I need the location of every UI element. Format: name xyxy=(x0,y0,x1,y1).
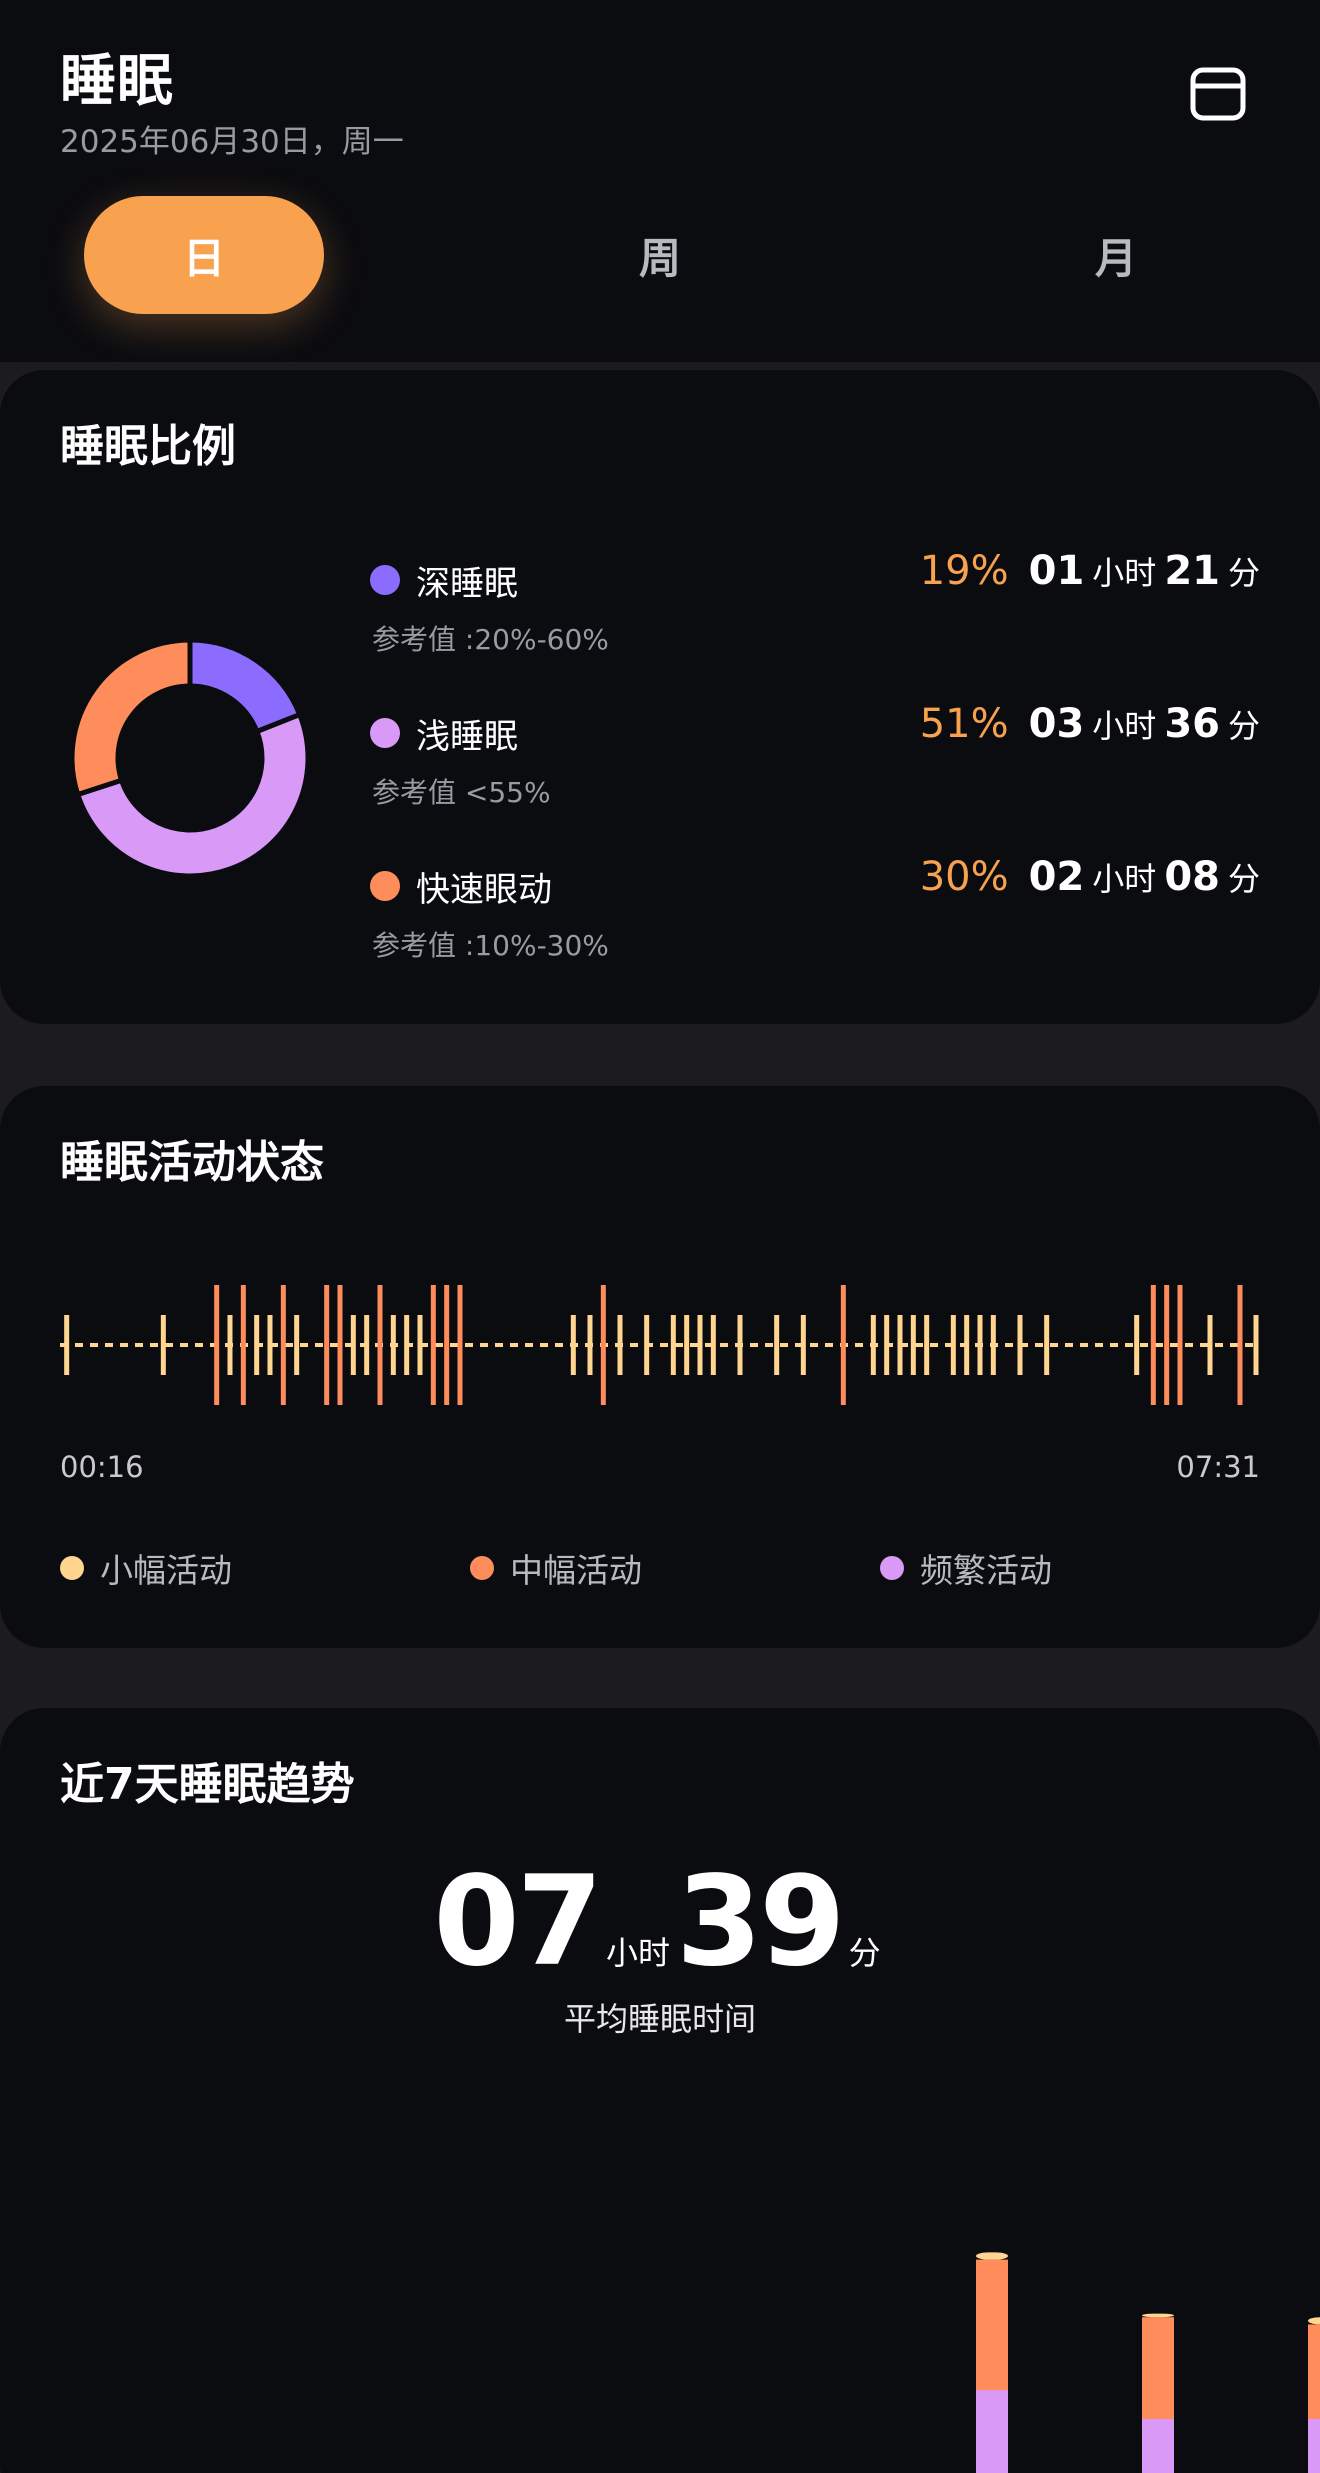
trend-bar-segment xyxy=(1142,2313,1174,2318)
hour-unit: 小时 xyxy=(1092,707,1157,745)
ratio-minutes: 36 xyxy=(1164,701,1220,747)
legend-label: 中幅活动 xyxy=(510,1551,642,1590)
ratio-row-light: 浅睡眠 参考值 <55% 51% 03 小时 36 分 xyxy=(370,701,1260,841)
ratio-hours: 02 xyxy=(1028,854,1085,900)
rem-sleep-dot xyxy=(370,871,400,901)
minute-unit: 分 xyxy=(1227,554,1260,592)
legend-dot xyxy=(470,1556,494,1580)
date-subtitle: 2025年06月30日，周一 xyxy=(60,124,404,160)
header: 睡眠 2025年06月30日，周一 日 周 月 xyxy=(0,0,1320,362)
trend-bar-segment xyxy=(1142,2418,1174,2473)
ratio-ref: 参考值 :10%-30% xyxy=(372,929,609,962)
ratio-percent: 19% xyxy=(919,548,1009,594)
deep-sleep-dot xyxy=(370,565,400,595)
sleep-activity-title: 睡眠活动状态 xyxy=(60,1137,324,1188)
ratio-percent: 30% xyxy=(919,854,1009,900)
avg-hours: 07 xyxy=(433,1850,603,1994)
legend-dot xyxy=(60,1556,84,1580)
avg-minutes: 39 xyxy=(676,1850,846,1994)
ratio-percent: 51% xyxy=(919,701,1009,747)
activity-timeline xyxy=(60,1285,1260,1405)
ratio-ref: 参考值 <55% xyxy=(372,776,551,809)
trend-bar-segment xyxy=(1308,2317,1320,2325)
ratio-value: 51% 03 小时 36 分 xyxy=(920,701,1260,747)
hour-unit: 小时 xyxy=(1092,860,1157,898)
trend-bar-segment xyxy=(1142,2317,1174,2419)
avg-sleep-label: 平均睡眠时间 xyxy=(563,2000,756,2038)
ratio-name: 快速眼动 xyxy=(416,870,552,910)
avg-minute-unit: 分 xyxy=(848,1934,881,1972)
legend-medium-activity: 中幅活动 xyxy=(470,1544,642,1592)
legend-dot xyxy=(880,1556,904,1580)
start-time: 00:16 xyxy=(60,1450,144,1484)
legend-label: 小幅活动 xyxy=(100,1551,232,1590)
ratio-name: 浅睡眠 xyxy=(416,717,518,757)
tab-week[interactable]: 周 xyxy=(540,196,780,314)
trend-bar-segment xyxy=(1308,2324,1320,2419)
avg-hour-unit: 小时 xyxy=(605,1934,670,1972)
trend-bar-segment xyxy=(976,2389,1008,2473)
trend-bar-segment xyxy=(1308,2418,1320,2473)
ratio-value: 30% 02 小时 08 分 xyxy=(920,854,1260,900)
period-tabs: 日 周 月 xyxy=(0,196,1320,316)
ratio-row-deep: 深睡眠 参考值 :20%-60% 19% 01 小时 21 分 xyxy=(370,548,1260,688)
calendar-icon[interactable] xyxy=(1190,66,1246,122)
average-sleep-value: 07 小时 39 分 xyxy=(0,1850,1320,1994)
legend-label: 频繁活动 xyxy=(920,1551,1052,1590)
sleep-ratio-title: 睡眠比例 xyxy=(60,421,236,472)
donut-slice xyxy=(187,638,303,735)
ratio-value: 19% 01 小时 21 分 xyxy=(920,548,1260,594)
legend-small-activity: 小幅活动 xyxy=(60,1544,232,1592)
ratio-name: 深睡眠 xyxy=(416,564,518,604)
donut-slice xyxy=(70,638,193,798)
ratio-row-rem: 快速眼动 参考值 :10%-30% 30% 02 小时 08 分 xyxy=(370,854,1260,994)
sleep-trend-chart xyxy=(976,2252,1320,2473)
trend-bar-segment xyxy=(976,2259,1008,2391)
hour-unit: 小时 xyxy=(1092,554,1157,592)
sleep-page: 睡眠 2025年06月30日，周一 日 周 月 睡眠比例 深睡眠 参考值 :20… xyxy=(0,0,1320,2473)
legend-frequent-activity: 频繁活动 xyxy=(880,1544,1052,1592)
sleep-trend-title: 近7天睡眠趋势 xyxy=(60,1759,355,1810)
minute-unit: 分 xyxy=(1227,860,1260,898)
light-sleep-dot xyxy=(370,718,400,748)
end-time: 07:31 xyxy=(1176,1450,1260,1484)
ratio-hours: 01 xyxy=(1028,548,1085,594)
tab-month[interactable]: 月 xyxy=(996,196,1236,314)
sleep-ratio-donut xyxy=(70,638,310,878)
tab-day[interactable]: 日 xyxy=(84,196,324,314)
page-title: 睡眠 xyxy=(60,49,174,114)
ratio-hours: 03 xyxy=(1028,701,1085,747)
ratio-ref: 参考值 :20%-60% xyxy=(372,623,609,656)
ratio-minutes: 08 xyxy=(1164,854,1220,900)
trend-bar-segment xyxy=(976,2252,1008,2260)
ratio-minutes: 21 xyxy=(1164,548,1220,594)
minute-unit: 分 xyxy=(1227,707,1260,745)
